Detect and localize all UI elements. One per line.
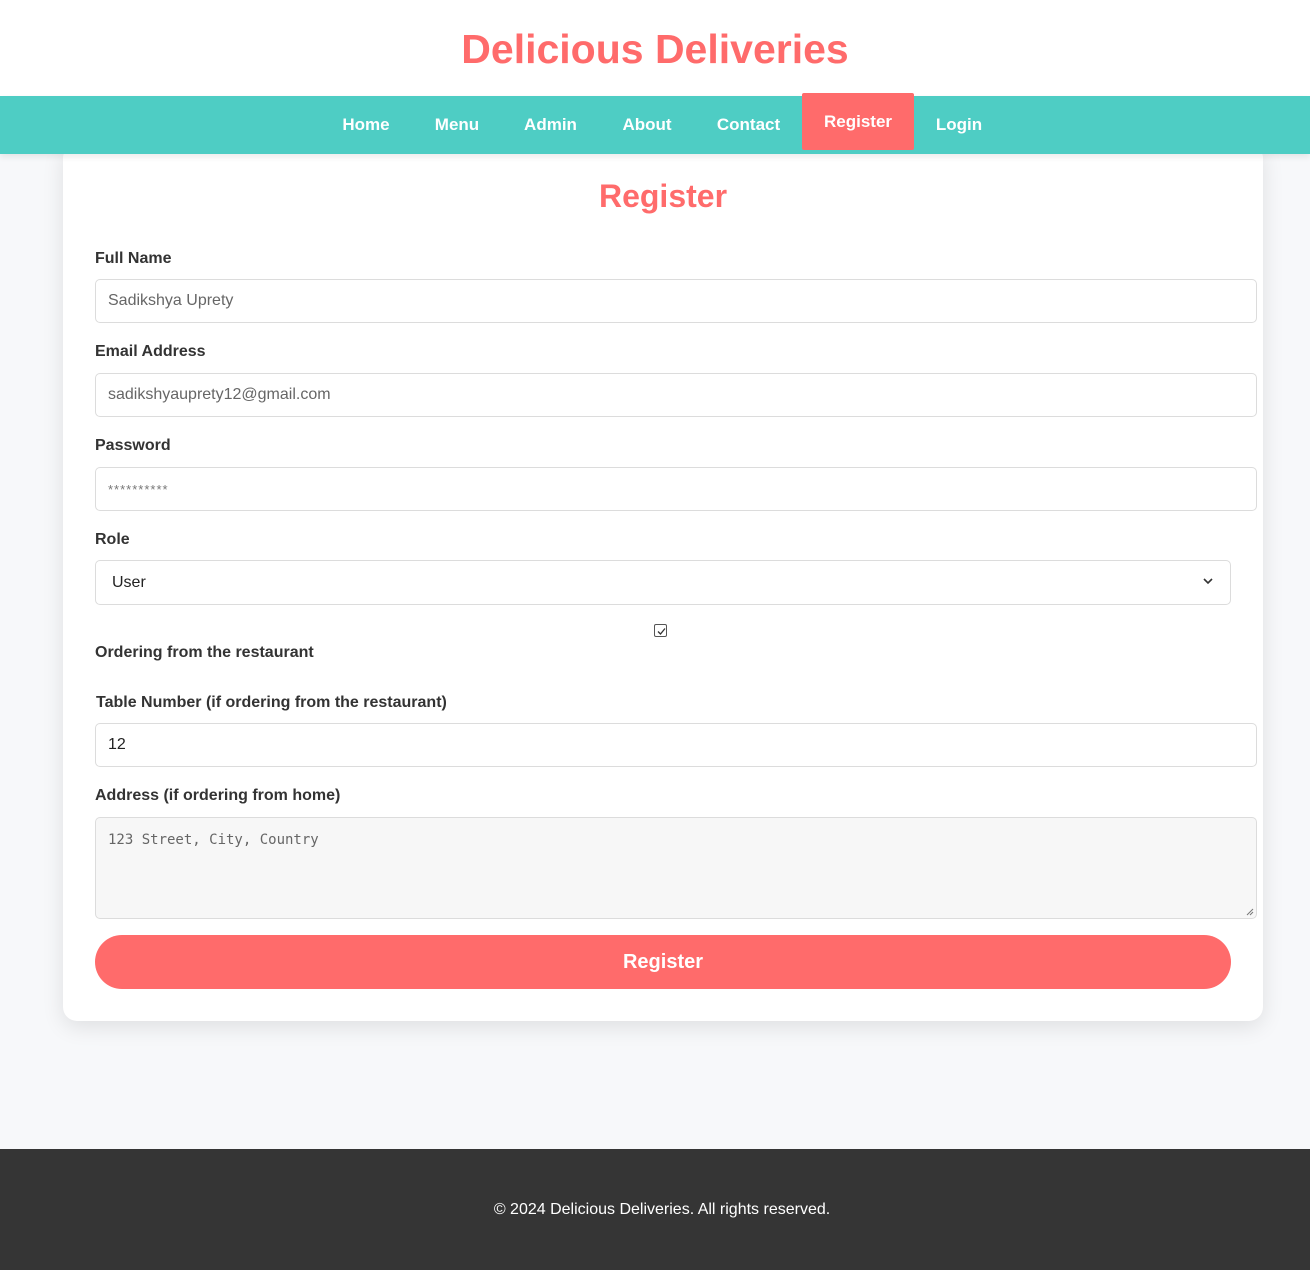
site-title: Delicious Deliveries <box>461 25 849 72</box>
role-select[interactable]: User <box>95 560 1231 605</box>
site-header: Delicious Deliveries <box>0 0 1310 96</box>
register-button[interactable]: Register <box>95 935 1231 989</box>
nav-item-menu[interactable]: Menu <box>412 96 502 154</box>
address-textarea[interactable]: 123 Street, City, Country <box>95 817 1257 919</box>
form-title: Register <box>598 178 728 214</box>
ordering-label: Ordering from the restaurant <box>95 644 314 661</box>
nav-item-login[interactable]: Login <box>914 96 1004 154</box>
email-input[interactable]: sadikshyauprety12@gmail.com <box>95 373 1257 417</box>
password-input[interactable]: ********** <box>95 467 1257 511</box>
nav-item-contact[interactable]: Contact <box>695 96 802 154</box>
email-placeholder: sadikshyauprety12@gmail.com <box>108 386 331 403</box>
chevron-down-icon <box>1202 574 1214 592</box>
table-number-input[interactable]: 12 <box>95 723 1257 767</box>
register-card: Register Full Name Sadikshya Uprety Emai… <box>63 144 1263 1021</box>
main-nav: Home Menu Admin About Contact Register L… <box>0 93 1310 154</box>
full-name-input[interactable]: Sadikshya Uprety <box>95 279 1257 323</box>
password-placeholder: ********** <box>108 481 169 497</box>
ordering-checkbox[interactable] <box>654 624 667 637</box>
nav-item-about[interactable]: About <box>599 96 695 154</box>
nav-item-register[interactable]: Register <box>802 93 914 150</box>
password-label: Password <box>95 437 171 454</box>
table-number-value: 12 <box>108 736 126 753</box>
full-name-placeholder: Sadikshya Uprety <box>108 292 234 309</box>
resize-handle-icon[interactable] <box>1246 908 1254 916</box>
address-placeholder: 123 Street, City, Country <box>108 832 319 848</box>
nav-item-home[interactable]: Home <box>320 96 412 154</box>
role-selected-value: User <box>112 573 146 591</box>
table-number-label: Table Number (if ordering from the resta… <box>96 694 447 711</box>
address-label: Address (if ordering from home) <box>95 787 341 804</box>
email-label: Email Address <box>95 343 206 360</box>
site-footer: © 2024 Delicious Deliveries. All rights … <box>0 1149 1310 1270</box>
full-name-label: Full Name <box>95 250 172 267</box>
footer-copyright: © 2024 Delicious Deliveries. All rights … <box>493 1200 831 1218</box>
role-label: Role <box>95 531 130 548</box>
checkmark-icon <box>657 628 666 635</box>
nav-item-admin[interactable]: Admin <box>502 96 599 154</box>
